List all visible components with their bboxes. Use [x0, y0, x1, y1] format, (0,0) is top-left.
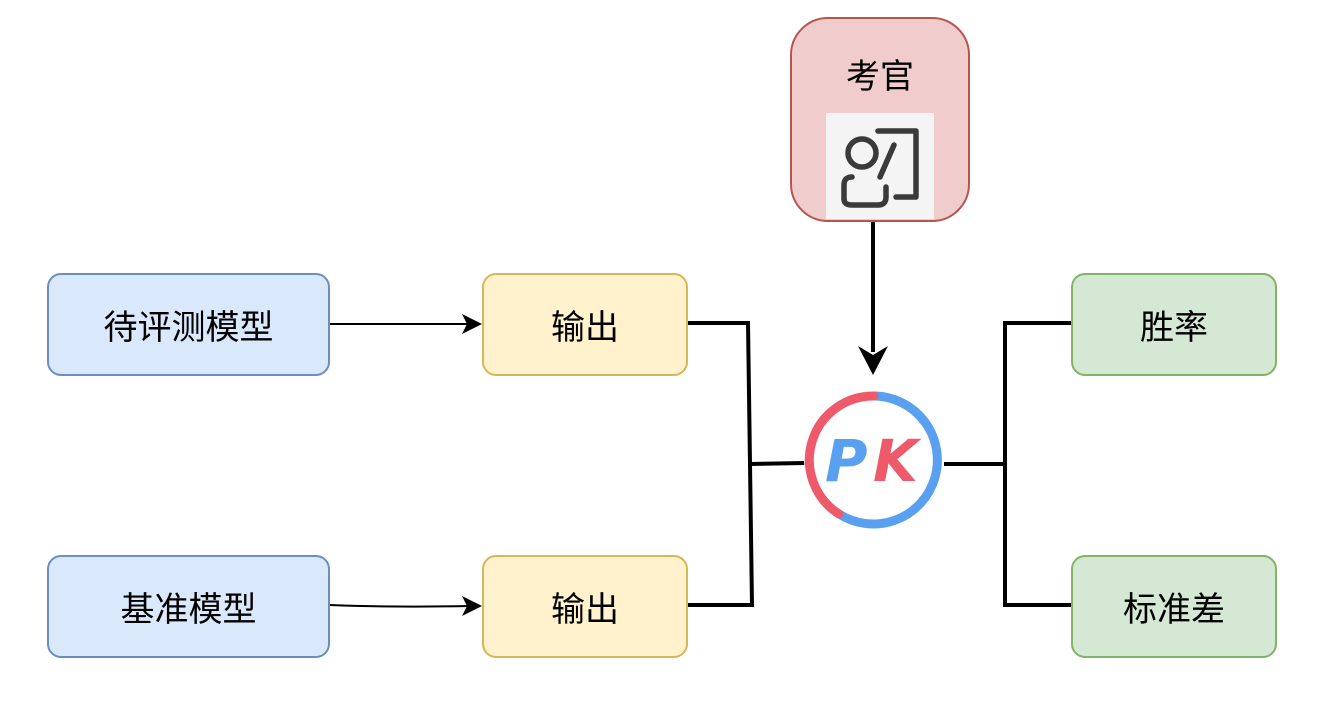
- judge-label: 考官: [846, 57, 914, 97]
- model-under-test-label: 待评测模型: [103, 308, 274, 348]
- judge-node: 考官: [790, 17, 970, 222]
- edge-outputs-bracket: [688, 321, 755, 607]
- edge-bracket-to-pk: [749, 461, 806, 466]
- output-node-top: 输出: [482, 273, 688, 376]
- model-under-test-node: 待评测模型: [47, 273, 330, 376]
- edge-results-bracket: [1003, 321, 1071, 607]
- win-rate-label: 胜率: [1140, 308, 1208, 348]
- std-dev-node: 标准差: [1071, 555, 1277, 658]
- output-label-bottom: 输出: [551, 590, 619, 630]
- baseline-model-label: 基准模型: [120, 590, 257, 630]
- pk-letter-k: K: [873, 427, 922, 495]
- output-label-top: 输出: [551, 308, 619, 348]
- std-dev-label: 标准差: [1123, 590, 1225, 630]
- win-rate-node: 胜率: [1071, 273, 1277, 376]
- pk-letter-p: P: [825, 427, 868, 495]
- baseline-model-node: 基准模型: [47, 555, 330, 658]
- edge-baseline-to-output: [329, 604, 471, 608]
- output-node-bottom: 输出: [482, 555, 688, 658]
- teacher-presenting-icon: [826, 113, 934, 219]
- pk-versus-icon: P K: [804, 390, 944, 530]
